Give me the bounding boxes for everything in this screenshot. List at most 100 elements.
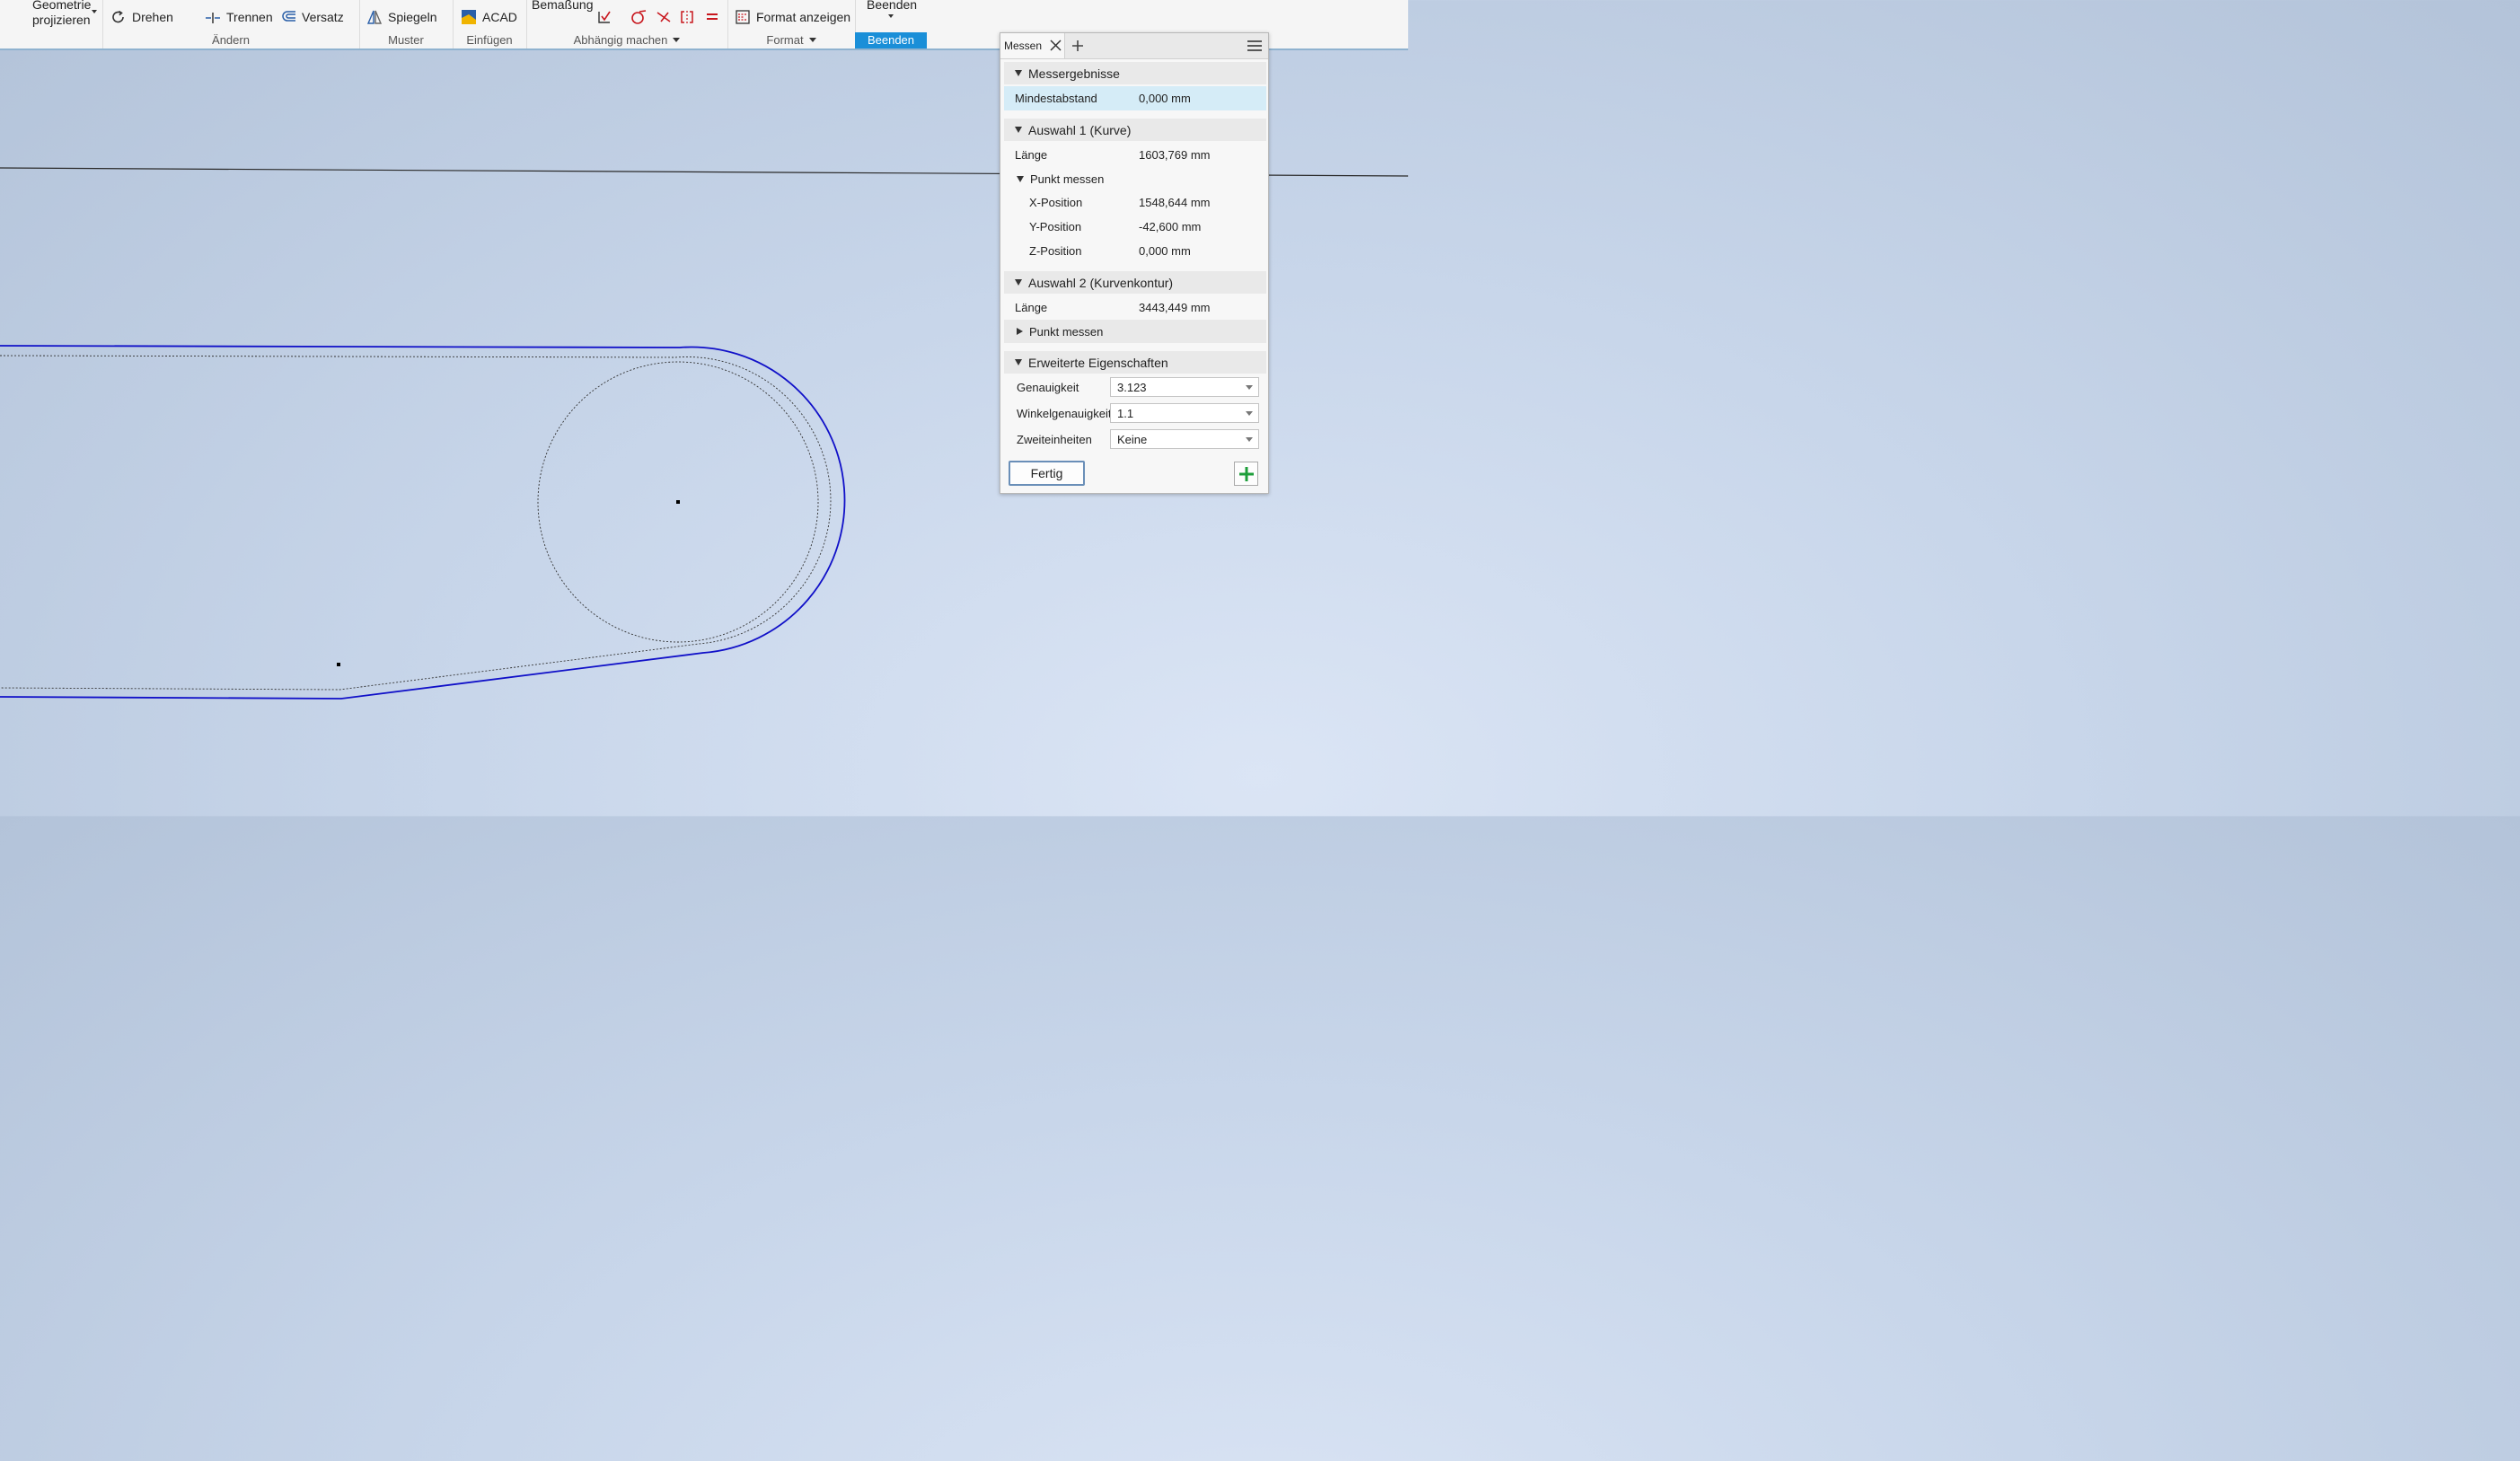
group-projizieren: Geometrie projizieren (0, 0, 103, 48)
row-mindestabstand[interactable]: Mindestabstand 0,000 mm (1004, 86, 1266, 110)
versatz-label: Versatz (302, 10, 344, 24)
dropdown-arrow-icon (1246, 411, 1253, 416)
add-tab-icon[interactable] (1071, 40, 1084, 55)
chevron-down-icon[interactable] (92, 10, 97, 13)
x-position-label: X-Position (1029, 196, 1083, 209)
acad-button[interactable]: ACAD (461, 9, 517, 25)
x-position-value: 1548,644 mm (1139, 196, 1211, 209)
spiegeln-label: Spiegeln (388, 10, 437, 24)
collapse-icon (1017, 175, 1024, 182)
y-position-label: Y-Position (1029, 220, 1082, 233)
group-abhaengig: Bemaßung Abhängig machen (526, 0, 728, 48)
mindestabstand-value: 0,000 mm (1139, 92, 1191, 105)
collapse-icon (1015, 279, 1022, 286)
spiegeln-button[interactable]: Spiegeln (366, 9, 437, 25)
winkelgenauigkeit-label: Winkelgenauigkeit (1017, 407, 1112, 420)
winkelgenauigkeit-select[interactable]: 1.1 (1110, 403, 1259, 423)
close-icon[interactable] (1050, 40, 1062, 54)
y-position-value: -42,600 mm (1139, 220, 1202, 233)
genauigkeit-select[interactable]: 3.123 (1110, 377, 1259, 397)
sketch-point[interactable] (337, 663, 340, 666)
acad-icon (461, 9, 477, 25)
collapse-icon (1015, 70, 1022, 76)
projizieren-label-1: Geometrie (32, 0, 92, 12)
row-genauigkeit: Genauigkeit 3.123 (1004, 375, 1266, 400)
row-y-position: Y-Position -42,600 mm (1004, 215, 1266, 239)
offset-icon (280, 9, 296, 25)
row-x-position: X-Position 1548,644 mm (1004, 190, 1266, 215)
perpendicular-constraint-icon[interactable] (656, 9, 672, 25)
symmetric-constraint-icon[interactable] (679, 9, 695, 25)
format-label-text: Format (766, 33, 804, 47)
projizieren-button[interactable]: Geometrie projizieren (32, 0, 91, 28)
coincident-constraint-icon[interactable] (596, 9, 612, 25)
aendern-group-label: Ändern (212, 33, 250, 47)
bemassung-label[interactable]: Bemaßung (532, 0, 593, 12)
dropdown-arrow-icon (1246, 385, 1253, 390)
section-auswahl-2[interactable]: Auswahl 2 (Kurvenkontur) (1004, 271, 1266, 294)
caret-down-icon (808, 38, 816, 42)
plus-icon (1238, 466, 1255, 482)
versatz-button[interactable]: Versatz (280, 9, 344, 25)
add-measurement-button[interactable] (1234, 462, 1258, 486)
menu-icon[interactable] (1247, 40, 1262, 55)
row-laenge-2: Länge 3443,449 mm (1004, 295, 1266, 320)
group-format: Format anzeigen Format (727, 0, 856, 48)
group-beenden: Beenden Beenden (855, 0, 927, 48)
trennen-button[interactable]: Trennen (205, 9, 273, 25)
drehen-button[interactable]: Drehen (110, 9, 173, 25)
acad-label: ACAD (482, 10, 517, 24)
circle-center-point[interactable] (676, 500, 680, 504)
section-auswahl-1[interactable]: Auswahl 1 (Kurve) (1004, 119, 1266, 141)
row-zweiteinheiten: Zweiteinheiten Keine (1004, 427, 1266, 452)
zweiteinheiten-label: Zweiteinheiten (1017, 433, 1092, 446)
beenden-group-label: Beenden (855, 32, 927, 48)
measure-panel: Messen Messergebnisse Mindestabstand 0,0… (1000, 32, 1269, 494)
beenden-button[interactable]: Beenden (867, 0, 917, 12)
format-anzeigen-button[interactable]: Format anzeigen (735, 9, 850, 25)
projizieren-label-2: projizieren (32, 13, 91, 27)
punkt-messen-2-label: Punkt messen (1029, 324, 1104, 339)
format-group-label[interactable]: Format (727, 33, 855, 47)
genauigkeit-value: 3.123 (1117, 380, 1147, 394)
group-muster: Spiegeln Muster (359, 0, 454, 48)
laenge-1-value: 1603,769 mm (1139, 148, 1211, 162)
laenge-1-label: Länge (1015, 148, 1048, 162)
zweiteinheiten-select[interactable]: Keine (1110, 429, 1259, 449)
punkt-messen-2-toggle[interactable]: Punkt messen (1004, 320, 1266, 343)
dropdown-arrow-icon (1246, 437, 1253, 442)
section-messergebnisse[interactable]: Messergebnisse (1004, 62, 1266, 84)
chevron-down-icon[interactable] (888, 14, 894, 18)
trennen-label: Trennen (226, 10, 273, 24)
section-erweitert[interactable]: Erweiterte Eigenschaften (1004, 351, 1266, 374)
laenge-2-value: 3443,449 mm (1139, 301, 1211, 314)
panel-tab-bar: Messen (1000, 33, 1268, 59)
equal-constraint-icon[interactable] (704, 9, 720, 25)
mindestabstand-label: Mindestabstand (1015, 92, 1097, 105)
z-position-value: 0,000 mm (1139, 244, 1191, 258)
tab-messen[interactable]: Messen (1000, 33, 1065, 58)
abhaengig-label-text: Abhängig machen (573, 33, 668, 47)
winkelgenauigkeit-value: 1.1 (1117, 406, 1134, 420)
split-icon (205, 9, 221, 25)
genauigkeit-label: Genauigkeit (1017, 381, 1079, 394)
einfuegen-group-label: Einfügen (466, 33, 513, 47)
format-icon (735, 9, 751, 25)
section-auswahl-1-title: Auswahl 1 (Kurve) (1028, 122, 1132, 137)
abhaengig-group-label[interactable]: Abhängig machen (526, 33, 727, 47)
row-z-position: Z-Position 0,000 mm (1004, 239, 1266, 263)
row-laenge-1: Länge 1603,769 mm (1004, 143, 1266, 167)
tangent-constraint-icon[interactable] (630, 9, 647, 25)
expand-icon (1017, 328, 1023, 335)
fertig-button[interactable]: Fertig (1009, 461, 1085, 486)
collapse-icon (1015, 127, 1022, 133)
punkt-messen-1-toggle[interactable]: Punkt messen (1004, 167, 1266, 190)
caret-down-icon (673, 38, 681, 42)
zweiteinheiten-value: Keine (1117, 432, 1148, 446)
section-messergebnisse-title: Messergebnisse (1028, 66, 1120, 81)
format-anzeigen-label: Format anzeigen (756, 10, 851, 24)
sketch-profile-curve[interactable] (0, 345, 846, 700)
group-einfuegen: ACAD Einfügen (453, 0, 527, 48)
rotate-icon (110, 9, 127, 25)
z-position-label: Z-Position (1029, 244, 1082, 258)
